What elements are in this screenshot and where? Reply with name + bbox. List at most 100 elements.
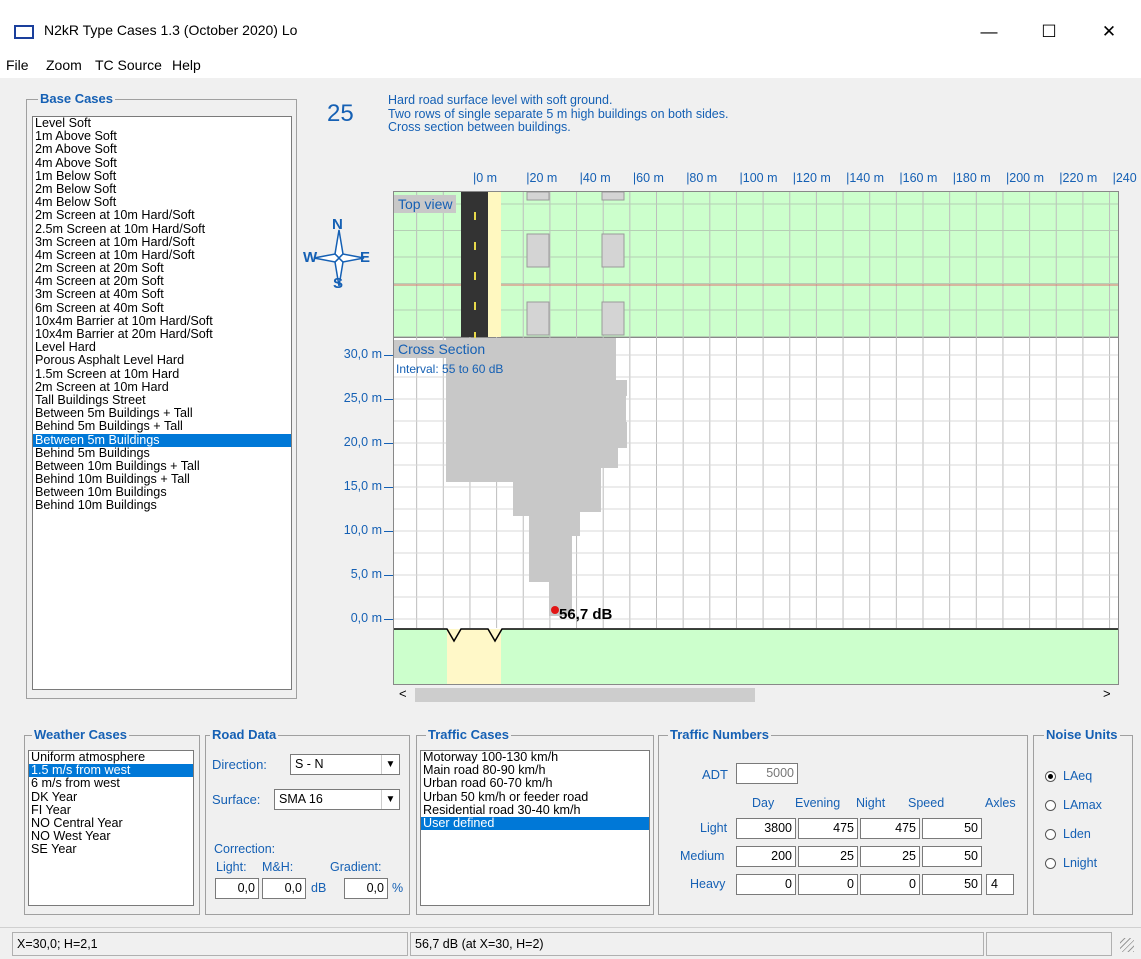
radio-lden[interactable]	[1045, 829, 1056, 840]
x-tick-label: |180 m	[952, 171, 991, 185]
light-correction-field[interactable]: 0,0	[215, 878, 259, 899]
list-item[interactable]: DK Year	[29, 790, 193, 804]
lane-marking	[474, 302, 476, 310]
traffic-value-field[interactable]: 50	[922, 818, 982, 839]
list-item[interactable]: Behind 5m Buildings	[33, 446, 291, 460]
weather-title: Weather Cases	[32, 727, 129, 742]
list-item[interactable]: 1m Below Soft	[33, 169, 291, 183]
direction-label: Direction:	[212, 757, 267, 772]
traffic-numbers-title: Traffic Numbers	[668, 727, 771, 742]
direction-select[interactable]: S - N ▼	[290, 754, 400, 775]
x-tick-label: |20 m	[526, 171, 558, 185]
noise-unit-label[interactable]: Lnight	[1063, 856, 1097, 870]
noise-unit-label[interactable]: Lden	[1063, 827, 1091, 841]
noise-units-title: Noise Units	[1044, 727, 1120, 742]
list-item[interactable]: 1.5m Screen at 10m Hard	[33, 367, 291, 381]
traffic-header: Axles	[985, 796, 1016, 810]
mh-correction-field[interactable]: 0,0	[262, 878, 306, 899]
radio-laeq[interactable]	[1045, 771, 1056, 782]
case-number: 25	[327, 100, 354, 127]
scroll-left-icon[interactable]: <	[399, 686, 407, 701]
traffic-header: Day	[752, 796, 775, 810]
traffic-value-field[interactable]: 0	[736, 874, 796, 895]
receiver-point	[551, 606, 559, 614]
noise-unit-label[interactable]: LAmax	[1063, 798, 1102, 812]
list-item[interactable]: SE Year	[29, 843, 193, 856]
traffic-value-field[interactable]: 50	[922, 846, 982, 867]
y-tick-label: 20,0 m	[343, 435, 382, 449]
base-cases-list[interactable]: Level Soft 1m Above Soft 2m Above Soft 4m A…	[32, 116, 292, 690]
traffic-value-field[interactable]: 25	[798, 846, 858, 867]
status-bar: X=30,0; H=2,1 56,7 dB (at X=30, H=2)	[0, 927, 1141, 959]
noise-unit-label[interactable]: LAeq	[1063, 769, 1092, 783]
app-icon	[14, 25, 34, 39]
traffic-value-field[interactable]: 0	[798, 874, 858, 895]
traffic-value-field[interactable]: 25	[860, 846, 920, 867]
traffic-value-field[interactable]: 200	[736, 846, 796, 867]
compass-w: W	[303, 249, 318, 266]
radio-lnight[interactable]	[1045, 858, 1056, 869]
status-panel-middle: 56,7 dB (at X=30, H=2)	[410, 932, 984, 956]
ground	[394, 629, 1118, 684]
traffic-value-field[interactable]: 0	[860, 874, 920, 895]
traffic-cases-list[interactable]: Motorway 100-130 km/h Main road 80-90 km/…	[420, 750, 650, 906]
list-item[interactable]: Urban 50 km/h or feeder road	[421, 790, 649, 804]
building	[601, 301, 625, 336]
surface-value: SMA 16	[279, 792, 323, 806]
menu-help[interactable]: Help	[172, 57, 201, 73]
traffic-header: Evening	[795, 796, 841, 810]
noise-units-group	[1033, 735, 1133, 915]
list-item[interactable]: 2m Screen at 10m Hard	[33, 380, 291, 394]
compass-n: N	[332, 216, 343, 233]
list-item[interactable]: 2.5m Screen at 10m Hard/Soft	[33, 222, 291, 236]
list-item[interactable]: Behind 5m Buildings + Tall	[33, 420, 291, 433]
top-view-grass	[394, 192, 1118, 337]
menu-tc-source[interactable]: TC Source	[95, 57, 162, 73]
compass-e: E	[360, 249, 371, 266]
list-item[interactable]: Residential road 30-40 km/h	[421, 803, 649, 817]
list-item[interactable]: 6 m/s from west	[29, 777, 193, 790]
list-item[interactable]: Urban road 60-70 km/h	[421, 777, 649, 790]
plot-area[interactable]: Top view Cross Section Interval: 55 to 6…	[393, 191, 1119, 685]
scroll-right-icon[interactable]: >	[1103, 686, 1111, 701]
close-button[interactable]: ✕	[1086, 16, 1132, 48]
axles-field[interactable]: 4	[986, 874, 1014, 895]
weather-list[interactable]: Uniform atmosphere 1.5 m/s from west 6 m/s…	[28, 750, 194, 906]
plot-canvas	[394, 192, 1118, 684]
traffic-value-field[interactable]: 475	[798, 818, 858, 839]
list-item[interactable]: 2m Screen at 10m Hard/Soft	[33, 209, 291, 222]
list-item[interactable]: User defined	[421, 816, 649, 831]
adt-field[interactable]: 5000	[736, 763, 798, 784]
list-item[interactable]: 4m Above Soft	[33, 156, 291, 170]
traffic-row-label: Light	[700, 821, 728, 835]
resize-grip-icon[interactable]	[1120, 938, 1134, 952]
traffic-value-field[interactable]: 50	[922, 874, 982, 895]
y-tick-label: 15,0 m	[343, 479, 382, 493]
y-tick-label: 10,0 m	[343, 523, 382, 537]
list-item[interactable]: 3m Screen at 10m Hard/Soft	[33, 235, 291, 249]
maximize-button[interactable]: ☐	[1026, 16, 1072, 48]
list-item[interactable]: 6m Screen at 40m Soft	[33, 301, 291, 315]
list-item[interactable]: 3m Screen at 40m Soft	[33, 288, 291, 301]
horizontal-scrollbar[interactable]: < >	[393, 685, 1119, 705]
x-tick-label: |120 m	[792, 171, 831, 185]
radio-lamax[interactable]	[1045, 800, 1056, 811]
surface-select[interactable]: SMA 16 ▼	[274, 789, 400, 810]
list-item[interactable]: Behind 10m Buildings	[33, 499, 291, 512]
direction-value: S - N	[295, 757, 324, 771]
minimize-button[interactable]: —	[966, 16, 1012, 48]
building	[526, 233, 550, 268]
list-item[interactable]: FI Year	[29, 803, 193, 817]
list-item[interactable]: Between 5m Buildings	[33, 433, 291, 447]
correction-label: Correction:	[214, 842, 276, 856]
traffic-value-field[interactable]: 3800	[736, 818, 796, 839]
list-item[interactable]: 2m Above Soft	[33, 143, 291, 156]
traffic-value-field[interactable]: 475	[860, 818, 920, 839]
compass-icon: N S E W	[303, 216, 374, 295]
point-label: 56,7 dB	[559, 606, 613, 623]
menu-file[interactable]: File	[6, 57, 29, 73]
gradient-field[interactable]: 0,0	[344, 878, 388, 899]
list-item[interactable]: Porous Asphalt Level Hard	[33, 354, 291, 367]
scroll-thumb[interactable]	[415, 688, 755, 702]
menu-zoom[interactable]: Zoom	[46, 57, 82, 73]
